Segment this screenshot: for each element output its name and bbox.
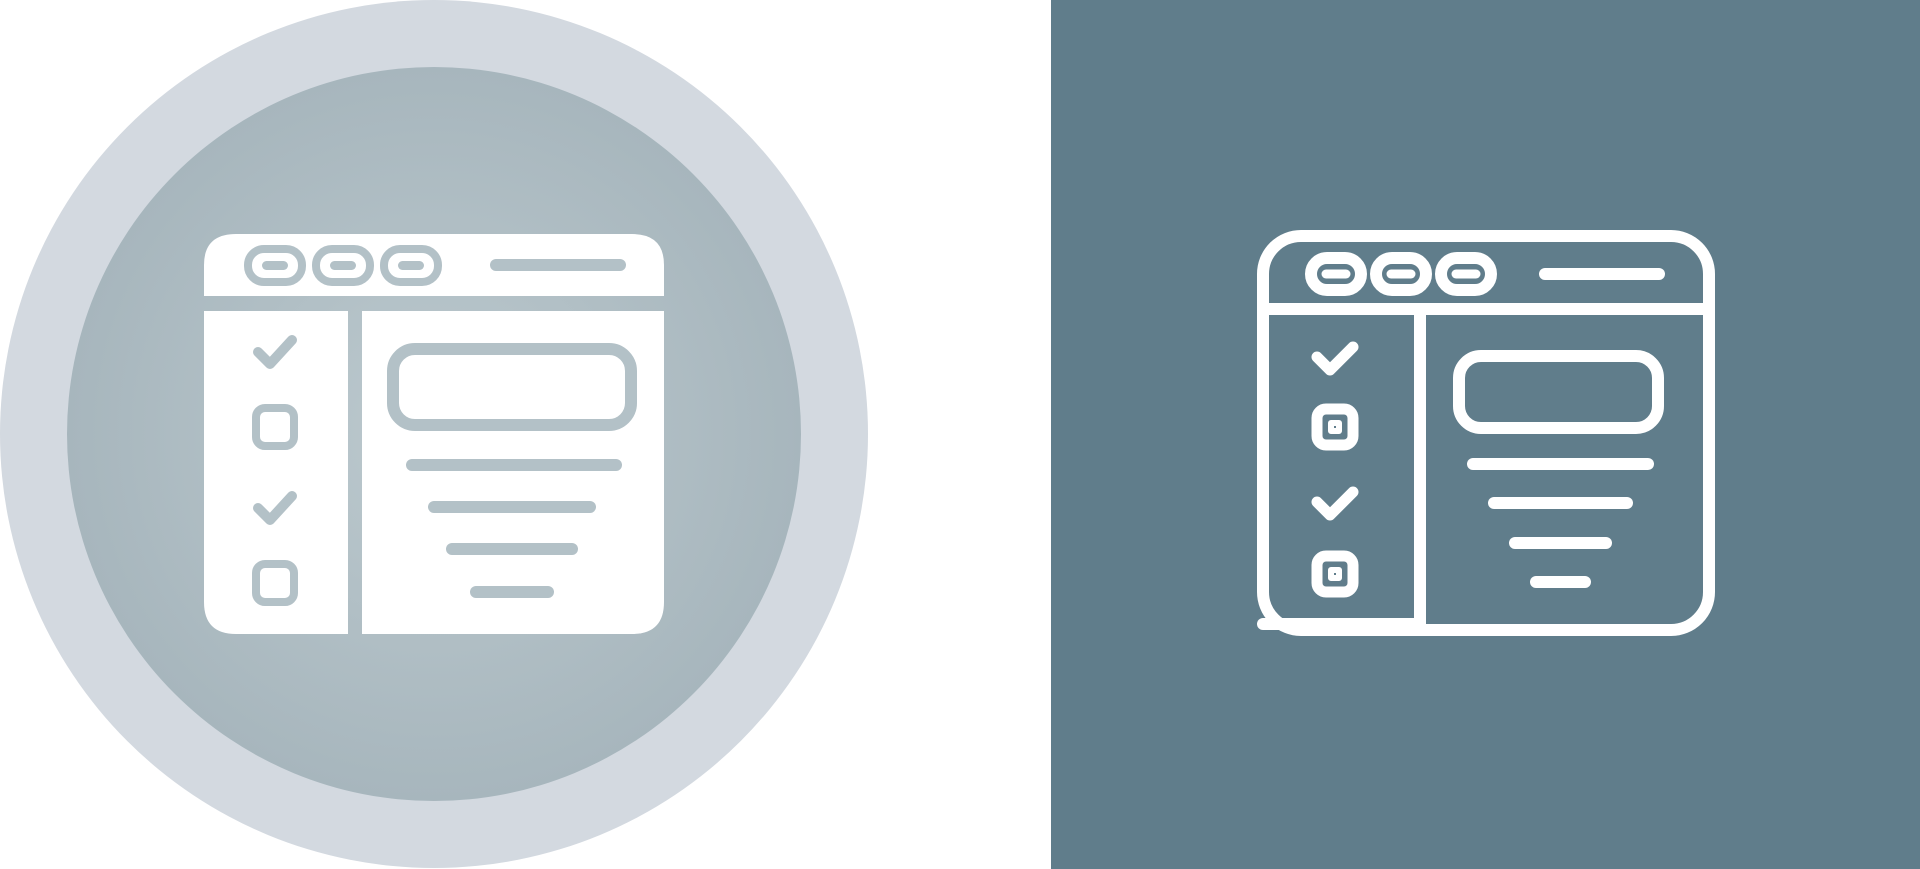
glyph-variant-panel [0, 0, 1050, 869]
slate-background [1051, 0, 1920, 869]
outline-variant-panel [1051, 0, 1920, 869]
checklist-window-icon [204, 234, 664, 634]
icon-comparison-canvas [0, 0, 1920, 869]
window-content [362, 311, 664, 634]
glyph-badge [0, 0, 868, 868]
outline-badge [1051, 0, 1920, 869]
